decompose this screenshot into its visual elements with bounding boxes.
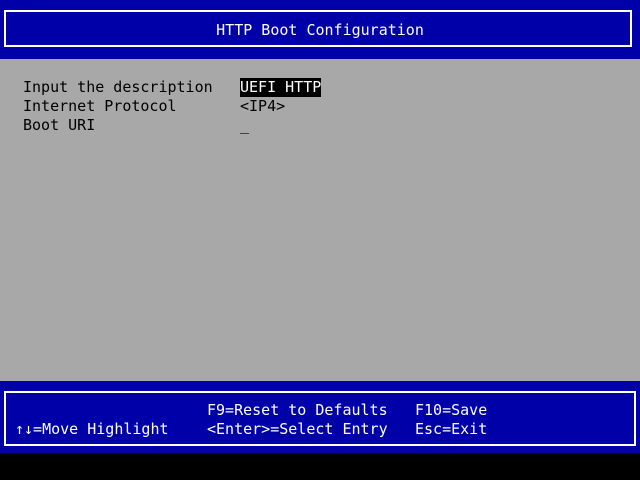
page-title: HTTP Boot Configuration (216, 21, 424, 39)
form-row-boot-uri[interactable]: Boot URI _ (0, 116, 640, 135)
move-highlight-hint: ↑↓=Move Highlight (15, 420, 169, 438)
internet-protocol-label: Internet Protocol (23, 97, 177, 115)
reset-defaults-hint: F9=Reset to Defaults (207, 401, 388, 419)
bottom-border (0, 453, 640, 480)
internet-protocol-select[interactable]: <IP4> (240, 97, 285, 116)
form-row-internet-protocol[interactable]: Internet Protocol <IP4> (0, 97, 640, 116)
select-entry-hint: <Enter>=Select Entry (207, 420, 388, 438)
help-footer: F9=Reset to Defaults F10=Save ↑↓=Move Hi… (0, 381, 640, 453)
title-bar: HTTP Boot Configuration (0, 0, 640, 59)
form-row-description[interactable]: Input the description UEFI HTTP (0, 78, 640, 97)
boot-uri-input[interactable]: _ (240, 116, 249, 135)
save-hint: F10=Save (415, 401, 488, 419)
description-input[interactable]: UEFI HTTP (240, 78, 322, 97)
config-form: Input the description UEFI HTTP Internet… (0, 59, 640, 381)
description-label: Input the description (23, 78, 213, 96)
boot-uri-label: Boot URI (23, 116, 96, 134)
exit-hint: Esc=Exit (415, 420, 488, 438)
